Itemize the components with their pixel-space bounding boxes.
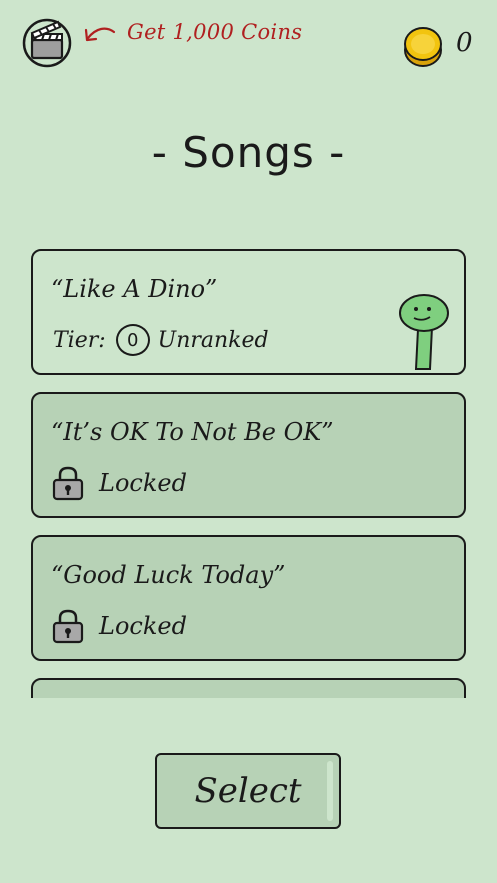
curved-arrow-icon — [84, 27, 116, 42]
select-label: Select — [194, 771, 302, 811]
tier-label: Tier: — [53, 327, 106, 353]
locked-label: Locked — [99, 469, 187, 497]
tier-badge: 0 — [115, 324, 150, 356]
coin-count: 0 — [456, 28, 473, 58]
watch-ad-button[interactable] — [22, 16, 72, 68]
dino-icon — [399, 294, 449, 370]
select-button[interactable]: Select — [155, 753, 341, 829]
song-title: “Like A Dino” — [51, 275, 218, 303]
song-card-good-luck-today[interactable]: “Good Luck Today” Locked — [31, 535, 466, 661]
locked-status: Locked — [51, 464, 187, 502]
song-card-partial[interactable] — [31, 678, 466, 698]
lock-icon — [52, 609, 84, 644]
ad-offer-label[interactable]: Get 1,000 Coins — [127, 20, 302, 44]
tier-row: Tier: 0 Unranked — [53, 323, 269, 357]
song-title: “Good Luck Today” — [51, 561, 286, 589]
clapperboard-icon — [22, 18, 72, 68]
song-card-like-a-dino[interactable]: “Like A Dino” Tier: 0 Unranked — [31, 249, 466, 375]
song-card-its-ok-to-not-be-ok[interactable]: “It’s OK To Not Be OK” Locked — [31, 392, 466, 518]
song-list[interactable]: “Like A Dino” Tier: 0 Unranked “It’s OK … — [31, 249, 466, 698]
locked-status: Locked — [51, 607, 187, 645]
coin-icon — [404, 27, 442, 67]
locked-label: Locked — [99, 612, 187, 640]
tier-name: Unranked — [157, 327, 269, 353]
lock-icon — [52, 466, 84, 501]
song-title: “It’s OK To Not Be OK” — [51, 418, 334, 446]
page-title: - Songs - — [151, 128, 346, 177]
